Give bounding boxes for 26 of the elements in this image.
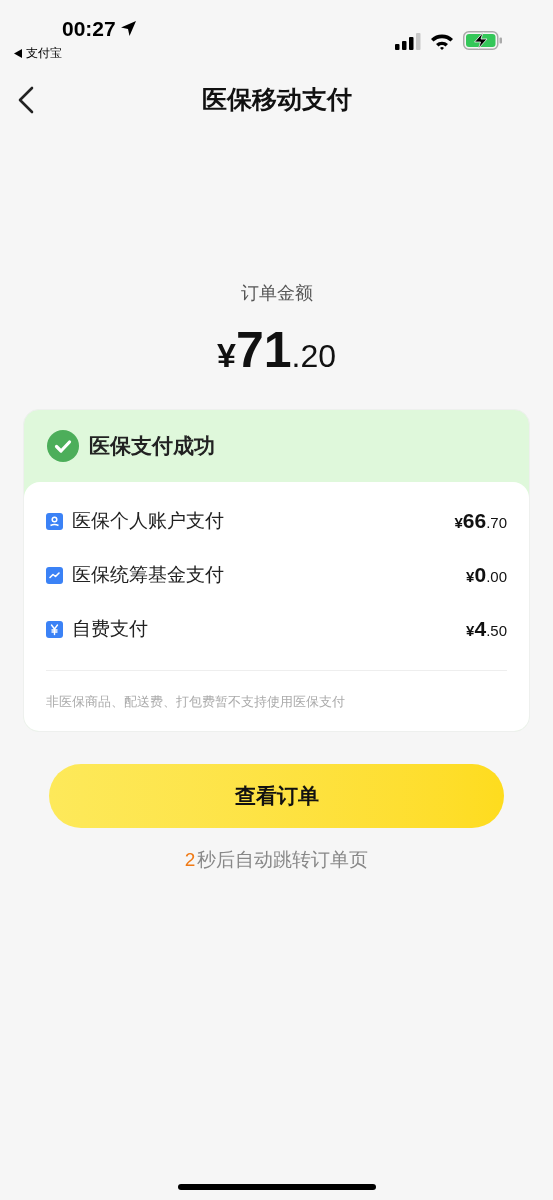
note-text: 非医保商品、配送费、打包费暂不支持使用医保支付: [46, 694, 345, 709]
clock-time: 00:27: [62, 18, 116, 39]
payment-label: 自费支付: [72, 616, 148, 641]
signal-icon: [395, 33, 421, 50]
yen-icon: [46, 620, 63, 638]
battery-charging-icon: [463, 31, 503, 50]
back-icon[interactable]: [17, 86, 35, 114]
countdown-text: 秒后自动跳转订单页: [197, 848, 369, 872]
payment-label: 医保统筹基金支付: [72, 562, 224, 587]
payment-amount: ¥66.70: [454, 508, 507, 535]
order-amount-label: 订单金额: [240, 282, 313, 305]
payment-amount: ¥4.50: [466, 616, 507, 643]
success-title: 医保支付成功: [89, 433, 215, 460]
person-icon: [46, 512, 63, 530]
payment-amount: ¥0.00: [466, 562, 507, 589]
success-check-icon: [47, 430, 79, 462]
location-arrow-icon: [119, 20, 137, 37]
wifi-icon: [430, 33, 454, 50]
countdown-seconds: 2: [184, 848, 196, 872]
back-triangle-icon[interactable]: [14, 48, 22, 58]
back-app-link[interactable]: 支付宝: [26, 47, 62, 59]
payment-label: 医保个人账户支付: [72, 508, 224, 533]
order-amount: ¥71.20: [217, 325, 336, 380]
view-order-button[interactable]: 查看订单: [49, 764, 504, 828]
trend-icon: [46, 566, 63, 584]
page-title: 医保移动支付: [201, 84, 352, 116]
